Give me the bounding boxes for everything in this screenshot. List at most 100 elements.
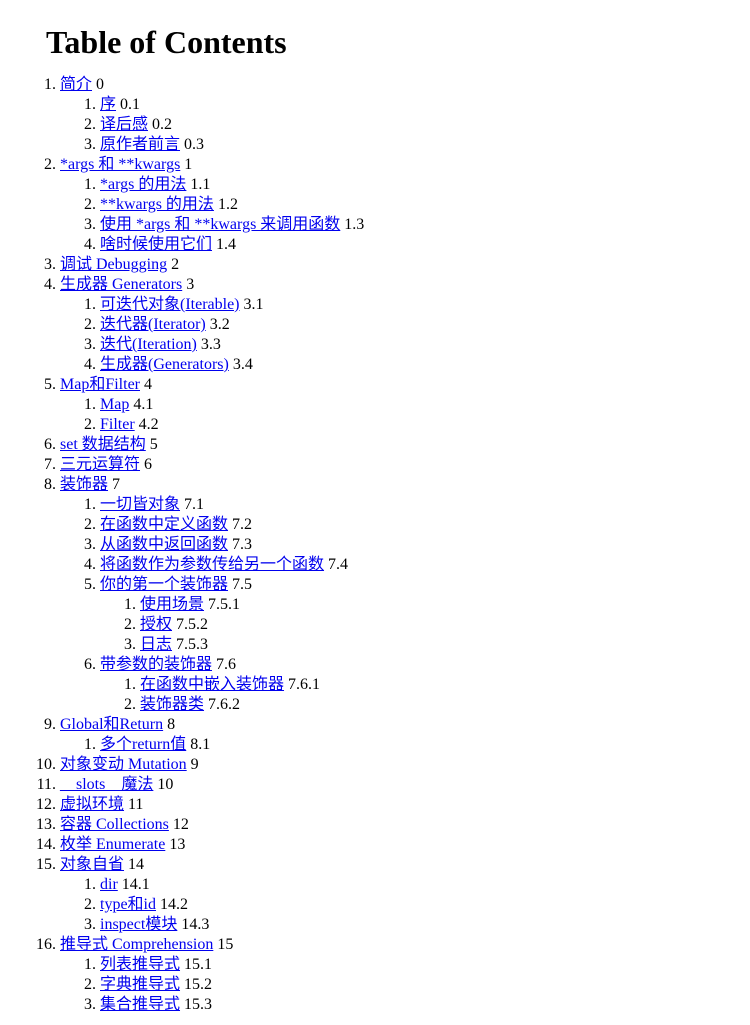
toc-number: 7.6: [212, 656, 236, 673]
toc-item: 装饰器类 7.6.2: [140, 695, 730, 715]
toc-item: Global和Return 8 多个return值 8.1: [60, 715, 730, 755]
toc-number: 7.3: [228, 536, 252, 553]
toc-list: 简介 0序 0.1译后感 0.2原作者前言 0.3*args 和 **kwarg…: [20, 75, 730, 1015]
toc-link[interactable]: 对象自省: [60, 856, 124, 873]
toc-link[interactable]: 对象变动 Mutation: [60, 756, 187, 773]
toc-sublist: 一切皆对象 7.1在函数中定义函数 7.2从函数中返回函数 7.3将函数作为参数…: [60, 495, 730, 715]
toc-link[interactable]: 生成器 Generators: [60, 276, 182, 293]
toc-item: 原作者前言 0.3: [100, 135, 730, 155]
toc-link[interactable]: 集合推导式: [100, 996, 180, 1013]
toc-item: *args 的用法 1.1: [100, 175, 730, 195]
toc-number: 8: [163, 716, 175, 733]
toc-item: type和id 14.2: [100, 895, 730, 915]
toc-link[interactable]: 译后感: [100, 116, 148, 133]
toc-number: 3.3: [197, 336, 221, 353]
toc-item: 推导式 Comprehension 15列表推导式 15.1字典推导式 15.2…: [60, 935, 730, 1015]
toc-item: 对象自省 14dir 14.1type和id 14.2inspect模块 14.…: [60, 855, 730, 935]
toc-link[interactable]: 使用场景: [140, 596, 204, 613]
toc-item: set 数据结构 5: [60, 435, 730, 455]
toc-number: 7.6.2: [204, 696, 240, 713]
toc-link[interactable]: type和id: [100, 896, 156, 913]
toc-item: 三元运算符 6: [60, 455, 730, 475]
toc-item: 调试 Debugging 2: [60, 255, 730, 275]
toc-link[interactable]: 原作者前言: [100, 136, 180, 153]
toc-number: 7.4: [324, 556, 348, 573]
toc-item: 使用场景 7.5.1: [140, 595, 730, 615]
toc-number: 0.3: [180, 136, 204, 153]
toc-number: 15.2: [180, 976, 212, 993]
toc-link[interactable]: 推导式 Comprehension: [60, 936, 213, 953]
toc-link[interactable]: dir: [100, 876, 118, 893]
toc-number: 7.5.1: [204, 596, 240, 613]
toc-item: 序 0.1: [100, 95, 730, 115]
toc-number: 7.5.2: [172, 616, 208, 633]
page-title: Table of Contents: [46, 24, 730, 61]
toc-link[interactable]: 虚拟环境: [60, 796, 124, 813]
toc-link[interactable]: 生成器(Generators): [100, 356, 229, 373]
toc-link[interactable]: set 数据结构: [60, 436, 146, 453]
toc-link[interactable]: 带参数的装饰器: [100, 656, 212, 673]
toc-link[interactable]: 从函数中返回函数: [100, 536, 228, 553]
toc-link[interactable]: Filter: [100, 416, 135, 433]
toc-link[interactable]: 授权: [140, 616, 172, 633]
toc-number: 4.2: [135, 416, 159, 433]
toc-item: **kwargs 的用法 1.2: [100, 195, 730, 215]
toc-sublist: 使用场景 7.5.1授权 7.5.2日志 7.5.3: [100, 595, 730, 655]
toc-link[interactable]: *args 的用法: [100, 176, 186, 193]
toc-sublist: dir 14.1type和id 14.2inspect模块 14.3: [60, 875, 730, 935]
toc-link[interactable]: __slots__魔法: [60, 776, 153, 793]
toc-link[interactable]: 调试 Debugging: [60, 256, 167, 273]
toc-number: 0.2: [148, 116, 172, 133]
toc-link[interactable]: 迭代器(Iterator): [100, 316, 206, 333]
toc-link[interactable]: Global和Return: [60, 716, 163, 733]
toc-link[interactable]: 装饰器: [60, 476, 108, 493]
toc-link[interactable]: **kwargs 的用法: [100, 196, 214, 213]
toc-link[interactable]: inspect模块: [100, 916, 177, 933]
toc-number: 14.1: [118, 876, 150, 893]
toc-item: 装饰器 7一切皆对象 7.1在函数中定义函数 7.2从函数中返回函数 7.3将函…: [60, 475, 730, 715]
toc-item: *args 和 **kwargs 1 *args 的用法 1.1**kwargs …: [60, 155, 730, 255]
toc-number: 9: [187, 756, 199, 773]
toc-link[interactable]: 一切皆对象: [100, 496, 180, 513]
toc-item: Filter 4.2: [100, 415, 730, 435]
toc-link[interactable]: 使用 *args 和 **kwargs 来调用函数: [100, 216, 340, 233]
toc-link[interactable]: 列表推导式: [100, 956, 180, 973]
toc-link[interactable]: 序: [100, 96, 116, 113]
toc-link[interactable]: 啥时候使用它们: [100, 236, 212, 253]
toc-number: 7.6.1: [284, 676, 320, 693]
toc-item: 使用 *args 和 **kwargs 来调用函数 1.3: [100, 215, 730, 235]
toc-number: 3: [182, 276, 194, 293]
toc-number: 5: [146, 436, 158, 453]
toc-link[interactable]: 在函数中嵌入装饰器: [140, 676, 284, 693]
toc-item: 迭代器(Iterator) 3.2: [100, 315, 730, 335]
toc-link[interactable]: 在函数中定义函数: [100, 516, 228, 533]
toc-sublist: *args 的用法 1.1**kwargs 的用法 1.2使用 *args 和 …: [60, 175, 730, 255]
toc-link[interactable]: 装饰器类: [140, 696, 204, 713]
toc-link[interactable]: 可迭代对象(Iterable): [100, 296, 240, 313]
toc-number: 1: [180, 156, 192, 173]
toc-number: 13: [165, 836, 185, 853]
toc-link[interactable]: 字典推导式: [100, 976, 180, 993]
toc-item: 在函数中嵌入装饰器 7.6.1: [140, 675, 730, 695]
toc-number: 8.1: [186, 736, 210, 753]
toc-sublist: 多个return值 8.1: [60, 735, 730, 755]
toc-link[interactable]: *args 和 **kwargs: [60, 156, 180, 173]
toc-link[interactable]: 简介: [60, 76, 92, 93]
toc-item: 啥时候使用它们 1.4: [100, 235, 730, 255]
toc-item: 一切皆对象 7.1: [100, 495, 730, 515]
toc-number: 1.4: [212, 236, 236, 253]
toc-link[interactable]: 日志: [140, 636, 172, 653]
toc-number: 3.1: [240, 296, 264, 313]
toc-item: Map 4.1: [100, 395, 730, 415]
toc-link[interactable]: 迭代(Iteration): [100, 336, 197, 353]
toc-link[interactable]: 你的第一个装饰器: [100, 576, 228, 593]
toc-link[interactable]: 枚举 Enumerate: [60, 836, 165, 853]
toc-link[interactable]: 三元运算符: [60, 456, 140, 473]
toc-link[interactable]: 多个return值: [100, 736, 186, 753]
toc-link[interactable]: 容器 Collections: [60, 816, 169, 833]
toc-link[interactable]: Map: [100, 396, 129, 413]
toc-link[interactable]: 将函数作为参数传给另一个函数: [100, 556, 324, 573]
toc-item: 生成器(Generators) 3.4: [100, 355, 730, 375]
toc-number: 7.1: [180, 496, 204, 513]
toc-link[interactable]: Map和Filter: [60, 376, 140, 393]
